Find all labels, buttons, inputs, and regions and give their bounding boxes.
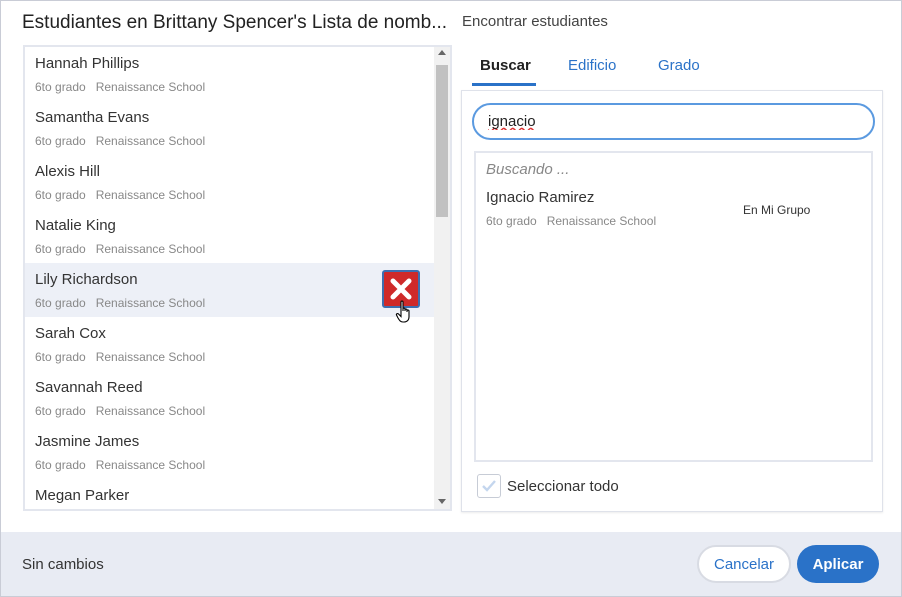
select-all-label: Seleccionar todo: [507, 477, 619, 495]
search-input[interactable]: [472, 103, 875, 140]
roster-dialog: Estudiantes en Brittany Spencer's Lista …: [0, 0, 902, 597]
student-name: Samantha Evans: [35, 109, 150, 126]
student-school: Renaissance School: [95, 296, 206, 310]
student-name: Sarah Cox: [35, 325, 106, 342]
searching-status: Buscando ...: [486, 161, 570, 178]
scrollbar-thumb[interactable]: [436, 65, 448, 217]
student-school: Renaissance School: [95, 242, 206, 256]
roster-item[interactable]: Sarah Cox 6to grado Renaissance School: [25, 317, 434, 371]
student-name: Natalie King: [35, 217, 116, 234]
tab-search[interactable]: Buscar: [480, 57, 531, 74]
roster-list: Hannah Phillips 6to grado Renaissance Sch…: [23, 45, 452, 511]
student-grade: 6to grado: [35, 296, 86, 310]
student-name: Jasmine James: [35, 433, 140, 450]
roster-item[interactable]: Alexis Hill 6to grado Renaissance School: [25, 155, 434, 209]
student-school: Renaissance School: [95, 458, 206, 472]
student-meta: 6to grado Renaissance School: [35, 350, 215, 364]
changes-status: Sin cambios: [22, 556, 104, 573]
search-panel: Buscando ... Ignacio Ramirez 6to grado Re…: [461, 90, 883, 512]
student-grade: 6to grado: [35, 350, 86, 364]
student-school: Renaissance School: [95, 404, 206, 418]
student-school: Renaissance School: [95, 134, 206, 148]
find-students-title: Encontrar estudiantes: [462, 13, 608, 30]
student-meta: 6to grado Renaissance School: [35, 296, 215, 310]
dialog-title: Estudiantes en Brittany Spencer's Lista …: [22, 12, 448, 33]
student-grade: 6to grado: [35, 134, 86, 148]
scroll-down-arrow-icon[interactable]: [438, 499, 446, 504]
select-all-checkbox[interactable]: [477, 474, 501, 498]
in-my-group-badge: En Mi Grupo: [743, 203, 811, 217]
student-grade: 6to grado: [35, 242, 86, 256]
dialog-footer: Sin cambios Cancelar Aplicar: [1, 532, 901, 596]
student-meta: 6to grado Renaissance School: [35, 242, 215, 256]
student-school: Renaissance School: [95, 188, 206, 202]
roster-item[interactable]: Natalie King 6to grado Renaissance School: [25, 209, 434, 263]
student-name: Alexis Hill: [35, 163, 101, 180]
student-grade: 6to grado: [35, 458, 86, 472]
checkmark-icon: [482, 480, 496, 492]
student-meta: 6to grado Renaissance School: [35, 134, 215, 148]
result-school: Renaissance School: [546, 214, 657, 228]
result-meta: 6to grado Renaissance School: [486, 214, 666, 228]
student-name: Savannah Reed: [35, 379, 143, 396]
roster-item-hovered[interactable]: Lily Richardson 6to grado Renaissance Sch…: [25, 263, 434, 323]
scroll-up-arrow-icon[interactable]: [438, 50, 446, 55]
student-school: Renaissance School: [95, 350, 206, 364]
tab-building[interactable]: Edificio: [568, 57, 616, 74]
cancel-button[interactable]: Cancelar: [697, 545, 791, 583]
student-grade: 6to grado: [35, 404, 86, 418]
student-name: Hannah Phillips: [35, 55, 140, 72]
active-tab-indicator: [472, 83, 536, 86]
roster-item[interactable]: Savannah Reed 6to grado Renaissance Schoo…: [25, 371, 434, 425]
search-results: Buscando ... Ignacio Ramirez 6to grado Re…: [474, 151, 873, 462]
student-meta: 6to grado Renaissance School: [35, 80, 215, 94]
student-school: Renaissance School: [95, 80, 206, 94]
roster-item[interactable]: Jasmine James 6to grado Renaissance Schoo…: [25, 425, 434, 479]
select-all-control[interactable]: Seleccionar todo: [477, 474, 619, 498]
roster-scrollbar[interactable]: [434, 47, 450, 509]
student-meta: 6to grado Renaissance School: [35, 404, 215, 418]
student-meta: 6to grado Renaissance School: [35, 188, 215, 202]
student-grade: 6to grado: [35, 188, 86, 202]
student-meta: 6to grado Renaissance School: [35, 458, 215, 472]
tab-grade[interactable]: Grado: [658, 57, 700, 74]
roster-item[interactable]: Hannah Phillips 6to grado Renaissance Sch…: [25, 47, 434, 101]
student-grade: 6to grado: [35, 80, 86, 94]
result-name[interactable]: Ignacio Ramirez: [486, 189, 594, 206]
roster-item[interactable]: Megan Parker: [25, 479, 434, 509]
close-icon: [390, 278, 412, 300]
student-name: Megan Parker: [35, 487, 130, 504]
student-name: Lily Richardson: [35, 271, 138, 288]
apply-button[interactable]: Aplicar: [797, 545, 879, 583]
roster-item[interactable]: Samantha Evans 6to grado Renaissance Scho…: [25, 101, 434, 155]
result-grade: 6to grado: [486, 214, 537, 228]
